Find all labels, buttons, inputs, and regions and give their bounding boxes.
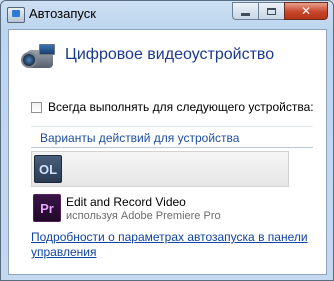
- option-label: Edit and Record Video: [66, 194, 186, 209]
- always-do-this-label[interactable]: Всегда выполнять для следующего устройст…: [48, 100, 314, 114]
- autoplay-option-ol[interactable]: OL: [31, 151, 289, 187]
- autoplay-app-icon: [7, 7, 25, 23]
- option-sublabel: используя Adobe Premiere Pro: [66, 209, 221, 222]
- options-section-header: Варианты действий для устройства: [31, 126, 313, 148]
- device-title: Цифровое видеоустройство: [65, 46, 275, 63]
- always-do-this-row[interactable]: Всегда выполнять для следующего устройст…: [31, 100, 314, 114]
- options-section-title: Варианты действий для устройства: [40, 131, 240, 145]
- caption-buttons: ✕: [232, 2, 328, 21]
- dialog-content: Цифровое видеоустройство Всегда выполнят…: [8, 29, 327, 275]
- autoplay-option-premiere[interactable]: Pr Edit and Record Video используя Adobe…: [31, 190, 289, 226]
- close-icon: ✕: [300, 4, 312, 18]
- autoplay-window: Автозапуск ✕ Цифровое видеоустройство Вс…: [0, 0, 334, 281]
- close-button[interactable]: ✕: [284, 2, 328, 20]
- maximize-button[interactable]: [258, 2, 284, 20]
- ol-app-icon: OL: [34, 155, 62, 183]
- title-bar[interactable]: Автозапуск ✕: [1, 1, 333, 29]
- always-do-this-checkbox[interactable]: [31, 101, 42, 113]
- autoplay-settings-link[interactable]: Подробности о параметрах автозапуска в п…: [31, 230, 321, 260]
- camcorder-icon: [19, 44, 57, 72]
- premiere-pro-icon: Pr: [33, 194, 61, 222]
- window-title: Автозапуск: [29, 6, 96, 21]
- minimize-button[interactable]: [232, 2, 258, 20]
- maximize-icon: [267, 7, 276, 15]
- minimize-icon: [241, 12, 250, 16]
